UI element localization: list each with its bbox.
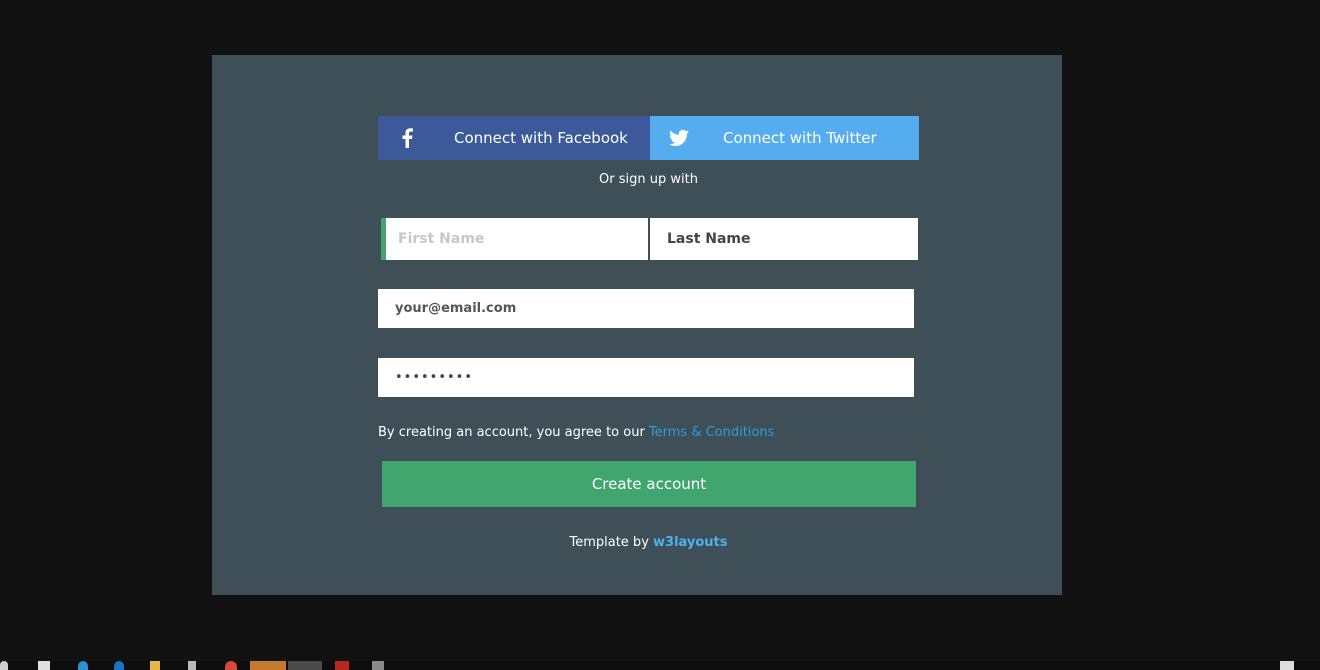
terms-notice: By creating an account, you agree to our… bbox=[378, 425, 774, 440]
taskbar-icon[interactable] bbox=[150, 661, 160, 670]
page: Connect with Facebook Connect with Twitt… bbox=[0, 0, 1320, 670]
taskbar-icon[interactable] bbox=[288, 661, 322, 670]
create-account-button[interactable]: Create account bbox=[382, 461, 916, 507]
taskbar-icon[interactable] bbox=[372, 661, 384, 670]
taskbar-icon[interactable] bbox=[225, 661, 237, 670]
taskbar-icon[interactable] bbox=[1280, 661, 1294, 670]
taskbar-icon[interactable] bbox=[114, 661, 124, 670]
taskbar-icon[interactable] bbox=[250, 661, 286, 670]
facebook-button-label: Connect with Facebook bbox=[454, 129, 628, 147]
email-input[interactable] bbox=[378, 289, 914, 328]
taskbar-icon[interactable] bbox=[335, 661, 349, 670]
taskbar-icon[interactable] bbox=[38, 661, 50, 670]
divider-text: Or sign up with bbox=[599, 172, 698, 187]
taskbar-icon[interactable] bbox=[78, 661, 88, 670]
connect-twitter-button[interactable]: Connect with Twitter bbox=[650, 116, 919, 160]
template-credit: Template by w3layouts bbox=[378, 535, 919, 550]
twitter-button-label: Connect with Twitter bbox=[723, 129, 877, 147]
credit-link[interactable]: w3layouts bbox=[653, 535, 728, 550]
connect-facebook-button[interactable]: Connect with Facebook bbox=[378, 116, 650, 160]
first-name-input[interactable] bbox=[381, 218, 648, 260]
password-input[interactable] bbox=[378, 358, 914, 397]
terms-link[interactable]: Terms & Conditions bbox=[649, 425, 775, 440]
terms-prefix: By creating an account, you agree to our bbox=[378, 425, 649, 440]
taskbar bbox=[0, 661, 1320, 670]
facebook-icon bbox=[397, 128, 417, 148]
credit-prefix: Template by bbox=[569, 535, 654, 550]
last-name-input[interactable] bbox=[650, 218, 918, 260]
taskbar-icon[interactable] bbox=[0, 661, 8, 670]
taskbar-icon[interactable] bbox=[188, 661, 196, 670]
twitter-icon bbox=[669, 128, 689, 148]
